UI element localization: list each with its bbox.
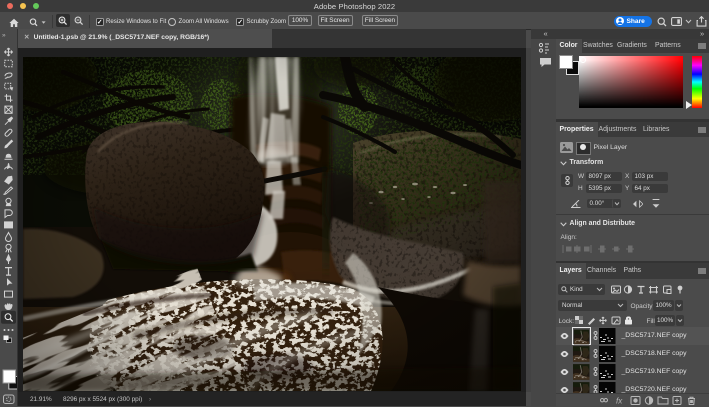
svg-text:»: »	[2, 32, 6, 39]
svg-text:fx: fx	[616, 397, 623, 406]
